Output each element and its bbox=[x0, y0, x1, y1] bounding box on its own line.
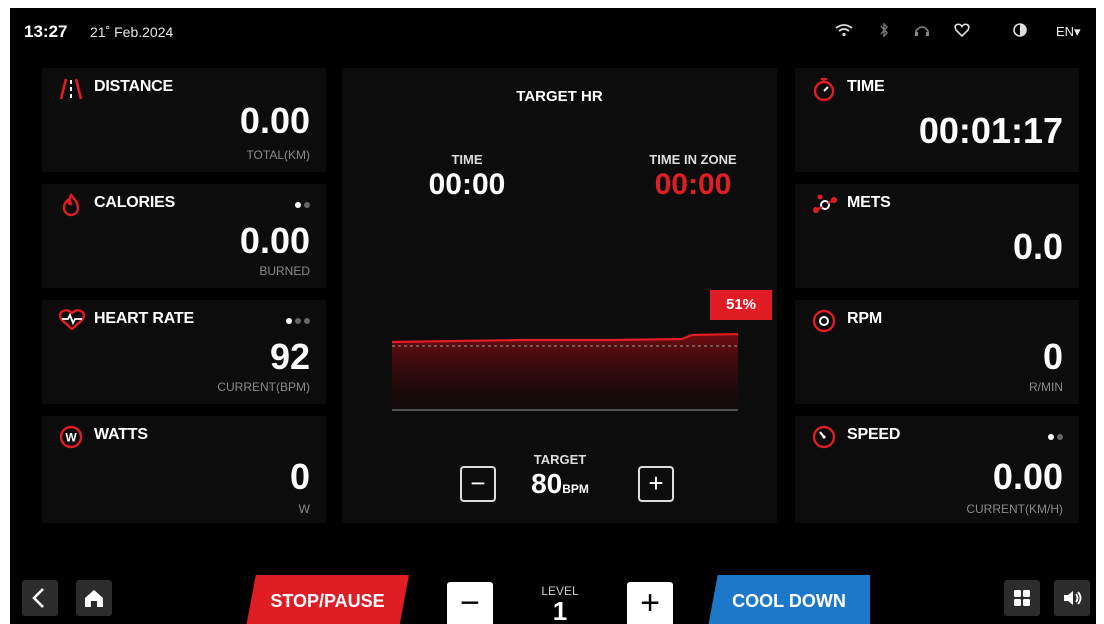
target-unit: BPM bbox=[562, 482, 589, 496]
distance-card: DISTANCE 0.00 TOTAL(KM) bbox=[42, 68, 326, 172]
target-hr-title: TARGET HR bbox=[516, 88, 603, 105]
heart-rate-title: HEART RATE bbox=[94, 310, 194, 327]
stop-pause-button[interactable]: STOP/PAUSE bbox=[246, 575, 409, 624]
watts-card: W WATTS 0 W bbox=[42, 416, 326, 523]
target-hr-panel: TARGET HR TIME 00:00 TIME IN ZONE 00:00 … bbox=[342, 68, 777, 523]
target-minus-button[interactable]: − bbox=[460, 466, 496, 502]
rpm-unit: R/MIN bbox=[1029, 380, 1063, 394]
time-value: 00:01:17 bbox=[918, 110, 1063, 151]
road-icon bbox=[58, 76, 84, 102]
heart-pulse-icon bbox=[58, 308, 86, 334]
flame-icon bbox=[58, 192, 84, 218]
speaker-icon bbox=[1064, 591, 1082, 605]
heart-rate-value: 92 bbox=[269, 336, 310, 377]
time-in-zone-value: 00:00 bbox=[654, 168, 732, 201]
time-in-zone-label: TIME IN ZONE bbox=[649, 152, 737, 167]
cool-down-button[interactable]: COOL DOWN bbox=[708, 575, 870, 624]
time-value: 00:00 bbox=[428, 168, 506, 201]
watts-unit: W bbox=[298, 502, 310, 516]
graph-area bbox=[392, 334, 738, 408]
rpm-value: 0 bbox=[1042, 336, 1063, 377]
mets-title: METS bbox=[847, 194, 891, 211]
status-bar: 13:27 21˚ Feb.2024 EN▾ bbox=[10, 8, 1096, 56]
speed-card[interactable]: SPEED 0.00 CURRENT(KM/H) bbox=[795, 416, 1079, 523]
speed-value: 0.00 bbox=[992, 456, 1063, 497]
apps-button[interactable] bbox=[1004, 580, 1040, 616]
rpm-gauge-icon bbox=[811, 308, 837, 334]
clock: 13:27 bbox=[24, 22, 68, 41]
grid-icon bbox=[1014, 590, 1030, 606]
rpm-title: RPM bbox=[847, 310, 882, 327]
distance-value: 0.00 bbox=[239, 100, 310, 141]
speedometer-icon bbox=[811, 424, 837, 450]
speed-title: SPEED bbox=[847, 426, 901, 443]
level-plus-button[interactable]: + bbox=[627, 582, 673, 624]
target-number: 80 bbox=[531, 468, 563, 499]
molecule-icon bbox=[811, 192, 837, 218]
bluetooth-icon bbox=[874, 22, 894, 42]
hr-percent-badge: 51% bbox=[710, 290, 772, 320]
time-title: TIME bbox=[847, 78, 885, 95]
svg-text:W: W bbox=[65, 431, 77, 445]
distance-title: DISTANCE bbox=[94, 78, 173, 95]
volume-button[interactable] bbox=[1054, 580, 1090, 616]
headphones-icon bbox=[912, 22, 932, 42]
speed-unit: CURRENT(KM/H) bbox=[966, 502, 1063, 516]
watt-icon: W bbox=[58, 424, 84, 450]
watts-value: 0 bbox=[289, 456, 310, 497]
back-button[interactable] bbox=[22, 580, 58, 616]
level-minus-button[interactable]: − bbox=[447, 582, 493, 624]
language-selector[interactable]: EN▾ bbox=[1056, 24, 1081, 40]
rpm-card: RPM 0 R/MIN bbox=[795, 300, 1079, 404]
wifi-icon bbox=[834, 22, 854, 42]
bottom-bar: STOP/PAUSE − LEVEL 1 + COOL DOWN bbox=[10, 570, 1096, 624]
workout-screen: 13:27 21˚ Feb.2024 EN▾ DISTANCE 0.00 TOT… bbox=[10, 8, 1096, 624]
home-icon bbox=[85, 590, 103, 607]
heart-rate-card[interactable]: HEART RATE 92 CURRENT(BPM) bbox=[42, 300, 326, 404]
page-dots bbox=[1048, 434, 1063, 440]
calories-value: 0.00 bbox=[239, 220, 310, 261]
target-label: TARGET bbox=[533, 452, 587, 467]
calories-unit: BURNED bbox=[259, 264, 310, 278]
target-plus-button[interactable]: + bbox=[638, 466, 674, 502]
heart-shield-icon bbox=[952, 22, 972, 42]
chevron-left-icon bbox=[32, 588, 44, 608]
stopwatch-icon bbox=[811, 76, 837, 102]
mets-value: 0.0 bbox=[1012, 226, 1063, 267]
heart-rate-graph bbox=[391, 332, 738, 411]
level-value: 1 bbox=[552, 596, 568, 624]
time-label: TIME bbox=[451, 152, 483, 167]
distance-unit: TOTAL(KM) bbox=[246, 148, 310, 162]
page-dots bbox=[286, 318, 310, 324]
calories-card[interactable]: CALORIES 0.00 BURNED bbox=[42, 184, 326, 288]
date: 21˚ Feb.2024 bbox=[90, 24, 174, 40]
page-dots bbox=[295, 202, 310, 208]
contrast-icon[interactable] bbox=[1010, 22, 1030, 42]
target-value: 80BPM bbox=[510, 468, 610, 500]
time-card: TIME 00:01:17 bbox=[795, 68, 1079, 172]
heart-rate-unit: CURRENT(BPM) bbox=[217, 380, 310, 394]
home-button[interactable] bbox=[76, 580, 112, 616]
watts-title: WATTS bbox=[94, 426, 148, 443]
mets-card: METS 0.0 bbox=[795, 184, 1079, 288]
calories-title: CALORIES bbox=[94, 194, 176, 211]
